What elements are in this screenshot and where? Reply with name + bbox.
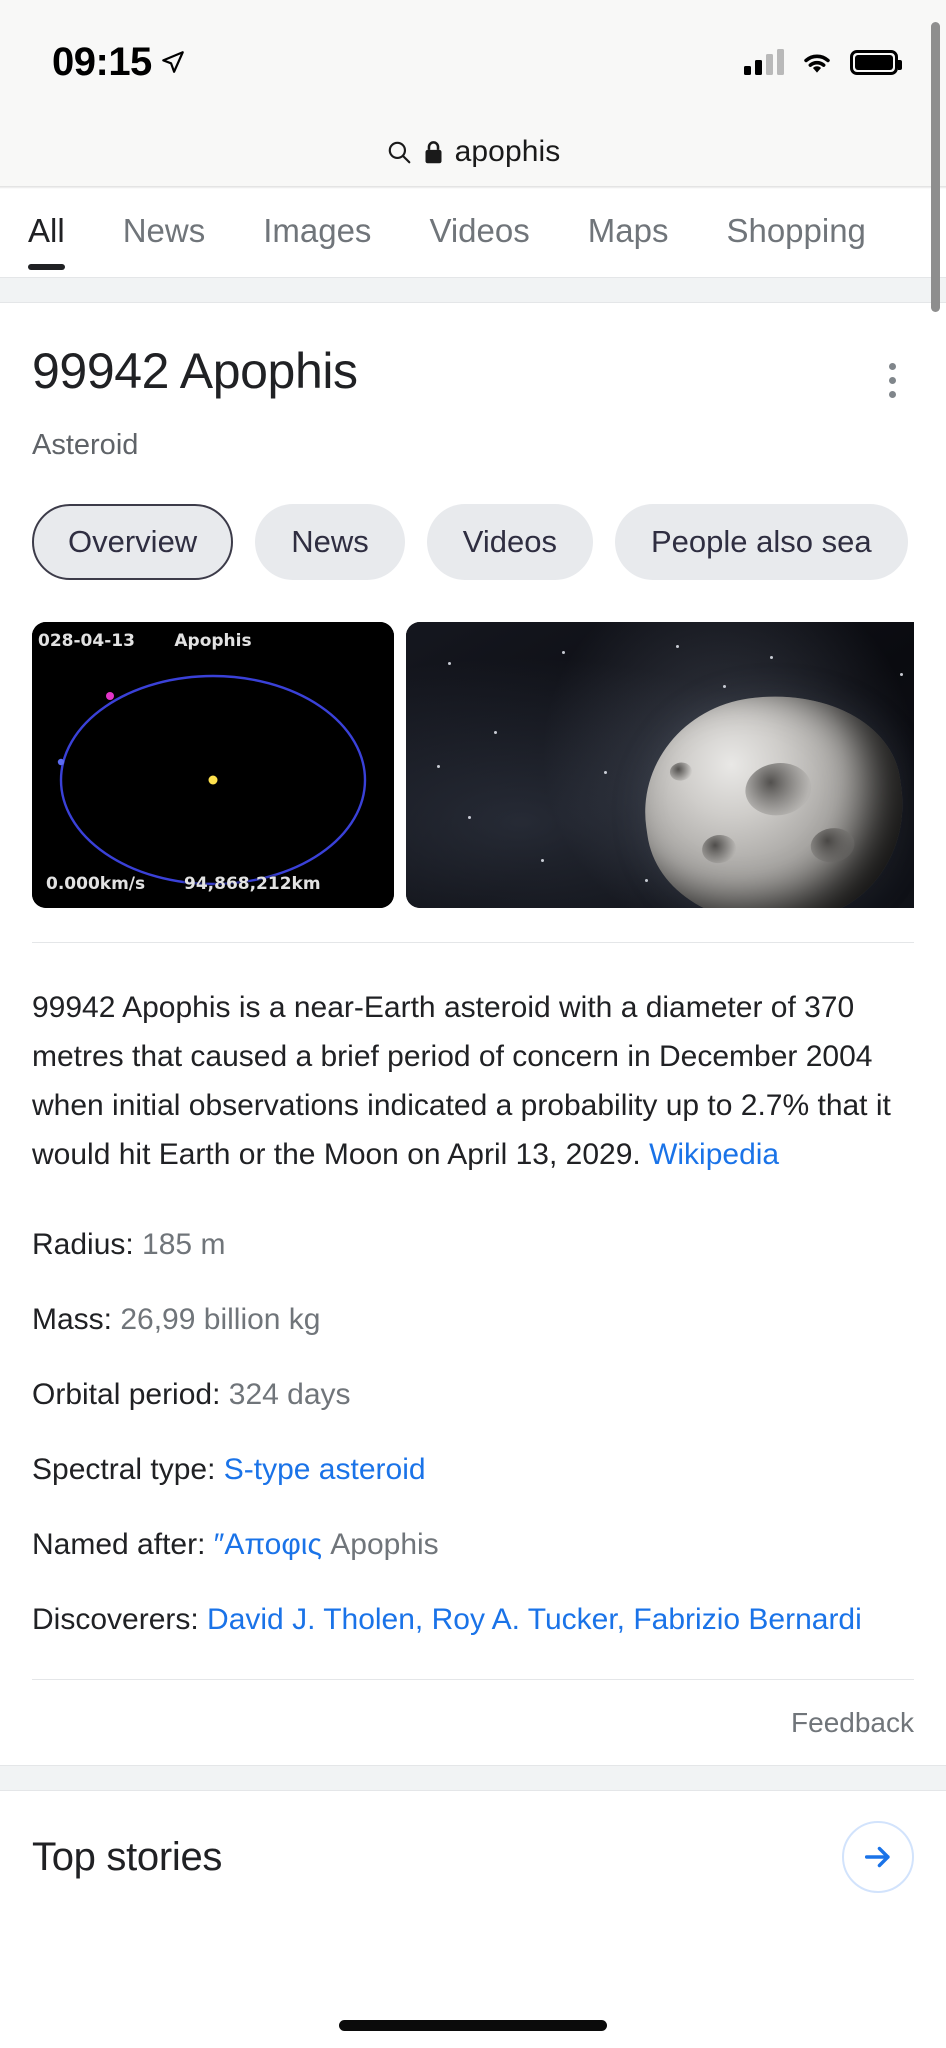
chip-overview[interactable]: Overview	[32, 504, 234, 580]
fact-value-link[interactable]: S-type asteroid	[215, 1453, 426, 1486]
fact-value: 185 m	[133, 1228, 226, 1261]
orbit-diagram-card[interactable]: 028-04-13 Apophis 0.000km/s 94,868,212km	[32, 622, 394, 908]
home-indicator[interactable]	[339, 2020, 607, 2031]
battery-full-icon	[850, 49, 902, 75]
location-arrow-icon	[161, 51, 184, 73]
tab-videos[interactable]: Videos	[429, 212, 529, 254]
arrow-right-glyph	[864, 1846, 890, 1868]
knowledge-panel-header: 99942 Apophis	[32, 303, 914, 407]
fact-orbital-period: Orbital period: 324 days	[32, 1371, 914, 1418]
status-bar-right	[744, 43, 902, 75]
search-vertical-tabs[interactable]: All News Images Videos Maps Shopping	[0, 189, 946, 277]
feedback-row: Feedback	[32, 1679, 914, 1765]
wikipedia-link[interactable]: Wikipedia	[649, 1138, 779, 1171]
status-bar-left: 09:15	[52, 36, 186, 82]
section-separator-top	[0, 277, 946, 303]
asteroid-photo	[406, 622, 914, 908]
search-icon	[388, 141, 410, 164]
chip-people-also-search[interactable]: People also sea	[614, 504, 908, 580]
fact-spectral-type: Spectral type: S-type asteroid	[32, 1446, 914, 1493]
tab-news[interactable]: News	[123, 212, 206, 254]
fact-label: Spectral type:	[32, 1453, 216, 1486]
fact-value-link[interactable]: David J. Tholen, Roy A. Tucker, Fabrizio…	[199, 1603, 862, 1636]
lock-icon	[425, 141, 442, 164]
section-separator-bottom	[0, 1765, 946, 1791]
entity-description: 99942 Apophis is a near-Earth asteroid w…	[32, 983, 914, 1179]
tab-all[interactable]: All	[28, 212, 65, 270]
entity-facts-list: Radius: 185 m Mass: 26,99 billion kg Orb…	[32, 1221, 914, 1643]
asteroid-photo-card[interactable]	[406, 622, 914, 908]
knowledge-panel-media-row[interactable]: 028-04-13 Apophis 0.000km/s 94,868,212km	[32, 622, 914, 908]
clock-time: 09:15	[52, 40, 152, 84]
top-stories-title: Top stories	[32, 1834, 223, 1879]
search-query-text[interactable]: apophis	[455, 135, 561, 169]
orbit-ellipse-graphic	[57, 674, 367, 886]
wifi-icon	[804, 54, 830, 73]
search-bar[interactable]: apophis	[0, 118, 946, 186]
page-scrollbar[interactable]	[931, 22, 940, 312]
page-title: 99942 Apophis	[32, 343, 358, 399]
fact-label: Mass:	[32, 1303, 113, 1336]
fact-label: Discoverers:	[32, 1603, 199, 1636]
orbit-diagram: 028-04-13 Apophis 0.000km/s 94,868,212km	[32, 622, 394, 908]
feedback-link[interactable]: Feedback	[791, 1707, 914, 1739]
fact-value: 324 days	[220, 1378, 351, 1411]
knowledge-panel-chip-row[interactable]: Overview News Videos People also sea	[32, 504, 914, 584]
fact-value: 26,99 billion kg	[112, 1303, 321, 1336]
fact-radius: Radius: 185 m	[32, 1221, 914, 1268]
orbit-date-label: 028-04-13	[38, 631, 135, 651]
tab-maps[interactable]: Maps	[588, 212, 669, 254]
media-divider	[32, 942, 914, 943]
more-options-kebab-icon[interactable]	[870, 353, 914, 407]
status-bar: 09:15	[0, 0, 946, 118]
top-stories-section: Top stories	[0, 1791, 946, 1923]
fact-label: Orbital period:	[32, 1378, 221, 1411]
fact-discoverers: Discoverers: David J. Tholen, Roy A. Tuc…	[32, 1596, 914, 1643]
entity-subtitle: Asteroid	[32, 429, 139, 461]
asteroid-body	[630, 679, 914, 908]
cellular-signal-icon	[744, 49, 784, 75]
tab-shopping[interactable]: Shopping	[726, 212, 865, 254]
orbit-speed-label: 0.000km/s	[46, 874, 146, 894]
fact-mass: Mass: 26,99 billion kg	[32, 1296, 914, 1343]
fact-label: Radius:	[32, 1228, 134, 1261]
fact-named-after: Named after: ″Αποφις Apophis	[32, 1521, 914, 1568]
tab-images[interactable]: Images	[263, 212, 371, 254]
fact-value-secondary: Apophis	[321, 1528, 439, 1561]
chip-videos[interactable]: Videos	[426, 504, 593, 580]
fact-label: Named after:	[32, 1528, 206, 1561]
chip-news[interactable]: News	[255, 504, 405, 580]
fact-value-link[interactable]: ″Αποφις	[205, 1528, 322, 1561]
orbit-object-label: Apophis	[174, 631, 252, 651]
knowledge-panel: 99942 Apophis Asteroid Overview News Vid…	[0, 303, 946, 1765]
orbit-distance-label: 94,868,212km	[184, 874, 321, 894]
arrow-right-icon[interactable]	[842, 1821, 914, 1893]
